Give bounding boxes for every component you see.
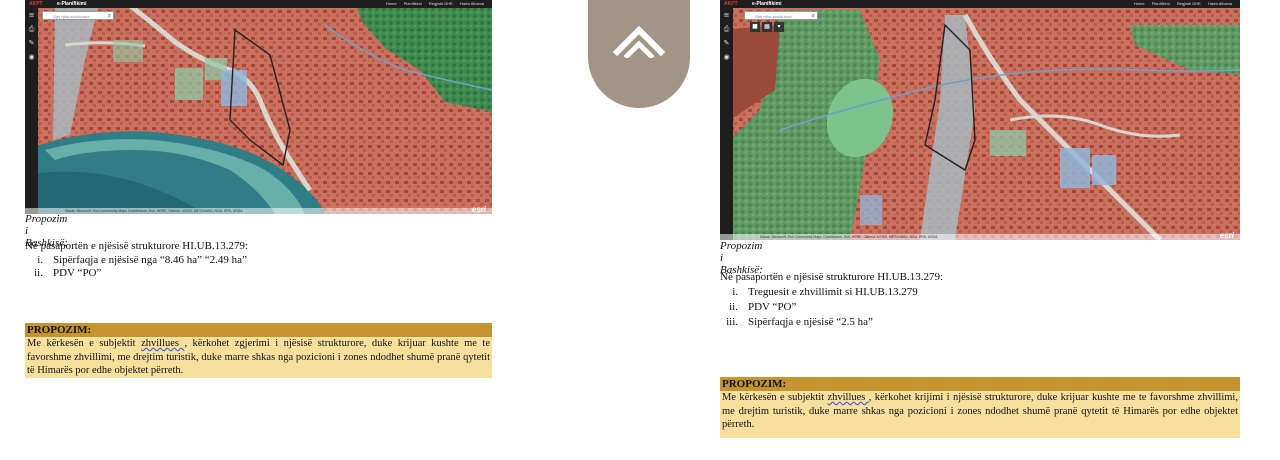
left-list-item: ii. PDV “PO” — [25, 267, 101, 279]
parcel-green[interactable] — [990, 130, 1026, 156]
nav-link-regjistri[interactable]: Regjistri DHE — [429, 1, 453, 6]
list-text: PDV “PO” — [748, 301, 797, 313]
right-list-item: ii. PDV “PO” — [720, 301, 796, 313]
left-proposal-body: Me kërkesën e subjektit zhvillues , kërk… — [25, 337, 492, 378]
left-proposal-title: PROPOZIM: — [25, 323, 492, 337]
esri-logo: esri — [471, 205, 486, 214]
list-number: i. — [732, 286, 738, 298]
map-search-input[interactable]: Gjej njësi strukturore ⌕ — [744, 11, 818, 20]
select-tool-icon[interactable]: ■ — [750, 22, 760, 32]
scroll-top-badge[interactable] — [588, 0, 690, 108]
grid-tool-icon[interactable]: ▦ — [762, 22, 772, 32]
double-chevron-up-icon — [612, 25, 666, 58]
list-number: iii. — [726, 316, 738, 328]
brand-logo: AKPT — [724, 1, 738, 7]
list-number: i. — [37, 254, 43, 266]
nav-link-harta[interactable]: Harta Albania — [1208, 1, 1232, 6]
top-links: Home Planifikimi Regjistri DHE Harta Alb… — [1128, 0, 1232, 8]
map-search-input[interactable]: Gjej njësi strukturore ⌕ — [42, 11, 114, 20]
map-toolbar: ■ ▦ ▾ — [750, 22, 784, 32]
esri-logo: esri — [1219, 231, 1234, 240]
list-text: Treguesit e zhvillimit si HI.UB.13.279 — [748, 286, 918, 298]
left-intro: Në pasaportën e njësisë strukturore HI.U… — [25, 240, 249, 252]
left-list-item: i. Sipërfaqja e njësisë nga “8.46 ha” “2.… — [25, 254, 247, 266]
parcel-green[interactable] — [175, 68, 203, 100]
right-intro: Në pasaportën e njësisë strukturore HI.U… — [720, 271, 944, 283]
search-icon[interactable]: ⌕ — [812, 12, 815, 20]
layers-icon[interactable]: ≡ — [720, 8, 733, 22]
app-title[interactable]: e-Planifikimi — [57, 0, 86, 8]
print-icon[interactable]: ⎙ — [720, 22, 733, 36]
draw-icon[interactable]: ✎ — [720, 36, 733, 50]
right-map-sidebar: ≡ ⎙ ✎ ◉ — [720, 8, 733, 240]
list-number: ii. — [729, 301, 738, 313]
right-map-topbar: AKPT e-Planifikimi Home Planifikimi Regj… — [720, 0, 1240, 8]
nav-link-planifikimi[interactable]: Planifikimi — [1152, 1, 1170, 6]
proposal-text: Me kërkesën e subjektit — [27, 338, 142, 349]
map-attribution: Maxar, Microsoft, Esri Community Maps Co… — [25, 208, 492, 214]
proposal-text: Me kërkesën e subjektit — [722, 392, 828, 403]
right-map[interactable]: AKPT e-Planifikimi Home Planifikimi Regj… — [720, 0, 1240, 240]
search-icon[interactable]: ⌕ — [108, 12, 111, 20]
spellcheck-word: zhvillues — [827, 392, 869, 403]
print-icon[interactable]: ⎙ — [25, 22, 38, 36]
filter-tool-icon[interactable]: ▾ — [774, 22, 784, 32]
app-title[interactable]: e-Planifikimi — [752, 0, 781, 8]
left-map-topbar: AKPT e-Planifikimi Home Planifikimi Regj… — [25, 0, 492, 8]
eye-icon[interactable]: ◉ — [25, 50, 38, 64]
top-links: Home Planifikimi Regjistri DHE Harta Alb… — [380, 0, 484, 8]
nav-link-home[interactable]: Home — [386, 1, 397, 6]
parcel-blue[interactable] — [221, 70, 247, 106]
nav-link-home[interactable]: Home — [1134, 1, 1145, 6]
right-list-item: iii. Sipërfaqja e njësisë “2.5 ha” — [720, 316, 873, 328]
nav-link-planifikimi[interactable]: Planifikimi — [404, 1, 422, 6]
nav-link-regjistri[interactable]: Regjistri DHE — [1177, 1, 1201, 6]
brand-logo: AKPT — [29, 1, 43, 7]
left-map-sidebar: ≡ ⎙ ✎ ◉ — [25, 8, 38, 214]
map-attribution: Maxar, Microsoft, Esri Community Maps Co… — [720, 234, 1240, 240]
list-text: Sipërfaqja e njësisë nga “8.46 ha” “2.49… — [53, 254, 247, 266]
list-text: Sipërfaqja e njësisë “2.5 ha” — [748, 316, 873, 328]
draw-icon[interactable]: ✎ — [25, 36, 38, 50]
left-map[interactable]: AKPT e-Planifikimi Home Planifikimi Regj… — [25, 0, 492, 214]
left-map-canvas — [25, 0, 492, 214]
right-proposal-body: Me kërkesën e subjektit zhvillues , kërk… — [720, 391, 1240, 438]
right-list-item: i. Treguesit e zhvillimit si HI.UB.13.279 — [720, 286, 918, 298]
right-proposal-title: PROPOZIM: — [720, 377, 1240, 391]
list-text: PDV “PO” — [53, 267, 102, 279]
right-map-canvas — [720, 0, 1240, 240]
nav-link-harta[interactable]: Harta Albania — [460, 1, 484, 6]
list-number: ii. — [34, 267, 43, 279]
spellcheck-word: zhvillues — [141, 338, 185, 349]
parcel-blue[interactable] — [1060, 148, 1090, 188]
eye-icon[interactable]: ◉ — [720, 50, 733, 64]
layers-icon[interactable]: ≡ — [25, 8, 38, 22]
search-placeholder: Gjej njësi strukturore — [53, 14, 90, 19]
search-placeholder: Gjej njësi strukturore — [755, 14, 792, 19]
